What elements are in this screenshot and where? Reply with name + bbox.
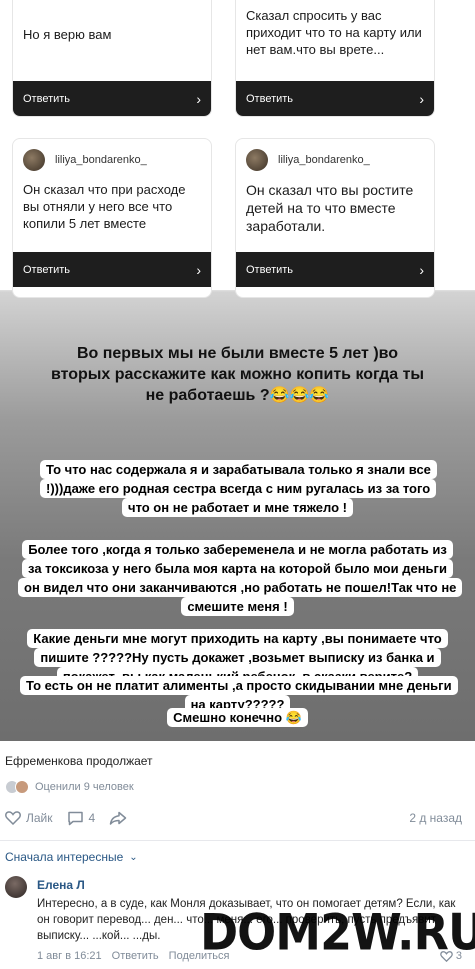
like-label: Лайк: [26, 811, 53, 825]
chevron-right-icon: ›: [419, 90, 424, 107]
question-text: Он сказал что вы ростите детей на то что…: [246, 182, 414, 234]
chevron-right-icon: ›: [196, 261, 201, 278]
story-text-bubble: То что нас содержала я и зарабатывала то…: [40, 460, 437, 517]
question-card: Но я верю вам Ответить ›: [12, 0, 212, 117]
post-time: 2 д назад: [409, 811, 462, 825]
username: liliya_bondarenko_: [55, 154, 147, 166]
story-bubble-block: Смешно конечно 😂: [0, 708, 475, 727]
question-card: liliya_bondarenko_ Он сказал что вы рост…: [235, 138, 435, 298]
comments-button[interactable]: 4: [67, 811, 96, 826]
story-heading: Во первых мы не были вместе 5 лет )во вт…: [50, 345, 425, 404]
rated-by[interactable]: Оценили 9 человек: [5, 780, 134, 794]
sort-label: Сначала интересные: [5, 850, 124, 864]
comments-sort-dropdown[interactable]: Сначала интересные ⌄: [5, 850, 138, 864]
comment-date: 1 авг в 16:21: [37, 950, 102, 962]
question-card: liliya_bondarenko_ Он сказал что при рас…: [12, 138, 212, 298]
reply-label: Ответить: [23, 92, 71, 105]
reply-button[interactable]: Ответить ›: [13, 81, 211, 116]
question-card: Сказал спросить у вас приходит что то на…: [235, 0, 435, 117]
story-bubble-block: То что нас содержала я и зарабатывала то…: [0, 460, 475, 517]
story-questions-area: Но я верю вам Ответить › Сказал спросить…: [0, 0, 475, 298]
avatar: [23, 149, 45, 171]
question-text: Но я верю вам: [23, 27, 112, 42]
comment-author[interactable]: Елена Л: [37, 878, 85, 892]
question-author: liliya_bondarenko_: [13, 139, 211, 171]
comments-count: 4: [88, 811, 96, 825]
reply-label: Ответить: [23, 263, 71, 276]
watermark: DOM2W.RU: [200, 902, 475, 962]
heart-icon: [5, 811, 21, 825]
username: liliya_bondarenko_: [278, 154, 370, 166]
rated-count: Оценили 9 человек: [35, 781, 134, 793]
story-text-bubble: Смешно конечно 😂: [167, 708, 308, 727]
reply-button[interactable]: Ответить ›: [13, 252, 211, 287]
post-actions: Лайк 4 2 д назад: [5, 806, 470, 830]
share-icon: [109, 811, 127, 825]
comment-icon: [67, 811, 83, 825]
reply-label: Ответить: [246, 263, 294, 276]
like-button[interactable]: Лайк: [5, 811, 53, 825]
avatar: [246, 149, 268, 171]
comment-reply-link[interactable]: Ответить: [112, 950, 159, 962]
story-text-bubble: Более того ,когда я только забеременела …: [18, 540, 463, 616]
share-button[interactable]: [109, 811, 132, 826]
chevron-right-icon: ›: [196, 90, 201, 107]
chevron-right-icon: ›: [419, 261, 424, 278]
question-author: liliya_bondarenko_: [236, 139, 434, 171]
question-text: Он сказал что при расходе вы отняли у не…: [23, 182, 186, 231]
divider: [0, 840, 475, 841]
avatar: [15, 780, 29, 794]
question-text: Сказал спросить у вас приходит что то на…: [246, 8, 422, 57]
reply-button[interactable]: Ответить ›: [236, 81, 434, 116]
rater-avatars: [5, 780, 29, 794]
post-caption: Ефременкова продолжает: [5, 754, 153, 768]
story-bubble-block: Более того ,когда я только забеременела …: [0, 540, 475, 616]
avatar[interactable]: [5, 876, 27, 898]
reply-button[interactable]: Ответить ›: [236, 252, 434, 287]
chevron-down-icon: ⌄: [129, 851, 138, 863]
reply-label: Ответить: [246, 92, 294, 105]
story-image: Но я верю вам Ответить › Сказал спросить…: [0, 0, 475, 741]
